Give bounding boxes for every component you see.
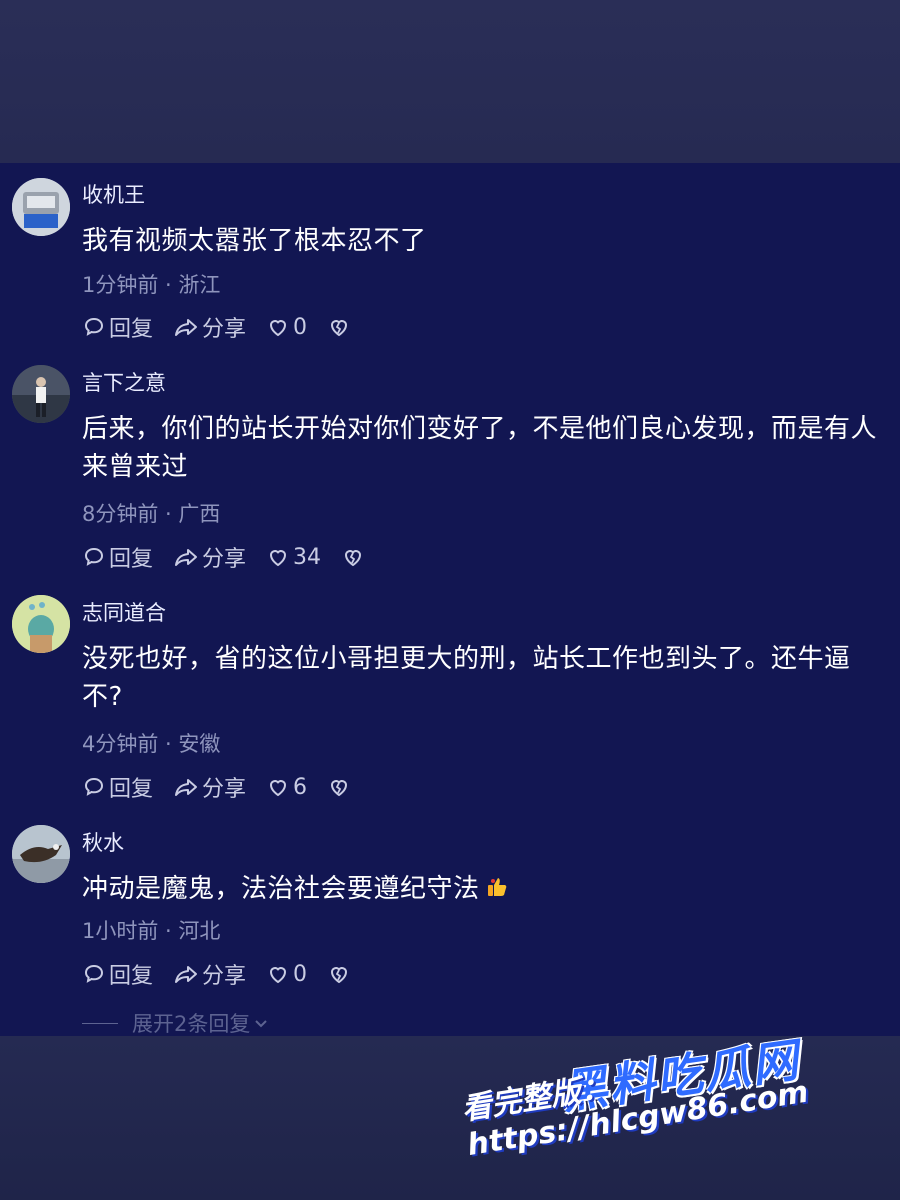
share-button[interactable]: 分享 [173, 958, 246, 990]
person-avatar[interactable] [12, 365, 70, 423]
like-button[interactable]: 0 [266, 962, 307, 987]
expand-replies-label: 展开2条回复 [132, 1012, 251, 1036]
expand-replies-button[interactable]: 展开2条回复 [82, 1008, 270, 1038]
heart-icon [270, 967, 287, 984]
comment-username[interactable]: 秋水 [82, 830, 124, 856]
speech-bubble-icon [84, 317, 104, 336]
comment-text-row: 冲动是魔鬼，法治社会要遵纪守法 [82, 870, 887, 909]
dislike-button[interactable] [327, 775, 351, 799]
share-label: 分享 [202, 777, 247, 802]
like-count: 34 [293, 544, 322, 570]
broken-heart-icon [331, 780, 348, 797]
reply-button[interactable]: 回复 [82, 771, 153, 803]
reply-label: 回复 [109, 964, 154, 989]
dislike-button[interactable] [341, 545, 365, 569]
eagle-avatar[interactable] [12, 825, 70, 883]
dislike-button[interactable] [327, 962, 351, 986]
like-button[interactable]: 34 [266, 545, 321, 570]
comment-text: 我有视频太嚣张了根本忍不了 [82, 226, 427, 256]
comment-actions: 回复 分享 0 [82, 311, 371, 343]
dislike-button[interactable] [327, 315, 351, 339]
like-button[interactable]: 6 [266, 775, 307, 800]
reply-button[interactable]: 回复 [82, 311, 153, 343]
reply-button[interactable]: 回复 [82, 958, 153, 990]
share-button[interactable]: 分享 [173, 771, 246, 803]
share-arrow-icon [175, 549, 198, 566]
share-arrow-icon [175, 319, 198, 336]
comment-username[interactable]: 志同道合 [82, 600, 166, 626]
share-button[interactable]: 分享 [173, 311, 246, 343]
chevron-down-icon [255, 1020, 268, 1028]
comment-text: 没死也好，省的这位小哥担更大的刑，站长工作也到头了。还牛逼不? [82, 644, 851, 712]
broken-heart-icon [331, 320, 348, 337]
comment-meta: 1分钟前 · 浙江 [82, 273, 221, 297]
share-arrow-icon [175, 966, 198, 983]
like-count: 0 [293, 961, 308, 987]
scale-avatar[interactable] [12, 178, 70, 236]
like-count: 6 [293, 774, 308, 800]
like-button[interactable]: 0 [266, 315, 307, 340]
like-count: 0 [293, 314, 308, 340]
comment-actions: 回复 分享 0 [82, 958, 371, 990]
broken-heart-icon [345, 550, 362, 567]
comment-text: 后来，你们的站长开始对你们变好了，不是他们良心发现，而是有人来曾来过 [82, 414, 878, 482]
comment-meta: 4分钟前 · 安徽 [82, 732, 221, 756]
comment-username[interactable]: 言下之意 [82, 370, 166, 396]
divider-line [82, 1022, 118, 1024]
share-label: 分享 [202, 547, 247, 572]
comment-username[interactable]: 收机王 [82, 182, 145, 208]
share-button[interactable]: 分享 [173, 541, 246, 573]
comment-actions: 回复 分享 34 [82, 541, 385, 573]
speech-bubble-icon [84, 777, 104, 796]
reply-label: 回复 [109, 547, 154, 572]
broken-heart-icon [331, 967, 348, 984]
cactus-avatar[interactable] [12, 595, 70, 653]
share-arrow-icon [175, 779, 198, 796]
reply-button[interactable]: 回复 [82, 541, 153, 573]
speech-bubble-icon [84, 547, 104, 566]
share-label: 分享 [202, 317, 247, 342]
heart-icon [270, 320, 287, 337]
comment-meta: 8分钟前 · 广西 [82, 502, 221, 526]
comment-actions: 回复 分享 6 [82, 771, 371, 803]
thumbs-up-icon [486, 871, 508, 909]
reply-label: 回复 [109, 777, 154, 802]
reply-label: 回复 [109, 317, 154, 342]
comment-meta: 1小时前 · 河北 [82, 919, 221, 943]
heart-icon [270, 550, 287, 567]
share-label: 分享 [202, 964, 247, 989]
comment-text: 冲动是魔鬼，法治社会要遵纪守法 [82, 874, 480, 904]
top-background [0, 0, 900, 163]
speech-bubble-icon [84, 964, 104, 983]
heart-icon [270, 780, 287, 797]
